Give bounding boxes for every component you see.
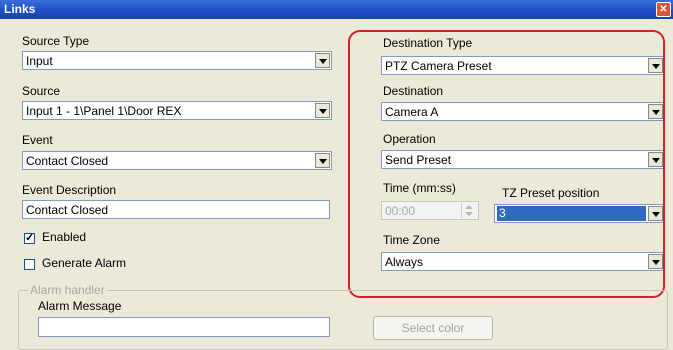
alarm-handler-label: Alarm handler bbox=[28, 283, 107, 297]
source-type-dropdown[interactable]: Input bbox=[22, 51, 332, 70]
window-title: Links bbox=[4, 2, 36, 16]
select-color-button[interactable]: Select color bbox=[373, 316, 493, 340]
source-type-value: Input bbox=[26, 54, 53, 68]
generate-alarm-checkbox[interactable] bbox=[24, 259, 35, 270]
source-type-label: Source Type bbox=[22, 34, 90, 48]
event-value: Contact Closed bbox=[26, 154, 109, 168]
enabled-checkbox[interactable] bbox=[24, 231, 35, 244]
alarm-message-label: Alarm Message bbox=[38, 299, 122, 313]
chevron-down-icon[interactable] bbox=[315, 153, 330, 168]
chevron-down-icon[interactable] bbox=[315, 103, 330, 118]
close-icon[interactable]: ✕ bbox=[656, 2, 671, 17]
enabled-label: Enabled bbox=[42, 230, 87, 244]
alarm-message-field[interactable] bbox=[38, 317, 330, 337]
event-description-label: Event Description bbox=[22, 183, 117, 197]
chevron-down-icon[interactable] bbox=[315, 53, 330, 68]
source-dropdown[interactable]: Input 1 - 1\Panel 1\Door REX bbox=[22, 101, 332, 120]
title-bar: Links ✕ bbox=[0, 0, 673, 19]
highlight-frame bbox=[348, 30, 665, 298]
event-description-value: Contact Closed bbox=[26, 203, 109, 217]
generate-alarm-label: Generate Alarm bbox=[42, 256, 127, 270]
event-dropdown[interactable]: Contact Closed bbox=[22, 151, 332, 170]
event-description-field[interactable]: Contact Closed bbox=[22, 200, 330, 219]
source-label: Source bbox=[22, 84, 61, 98]
event-label: Event bbox=[22, 133, 53, 147]
source-value: Input 1 - 1\Panel 1\Door REX bbox=[26, 104, 182, 118]
